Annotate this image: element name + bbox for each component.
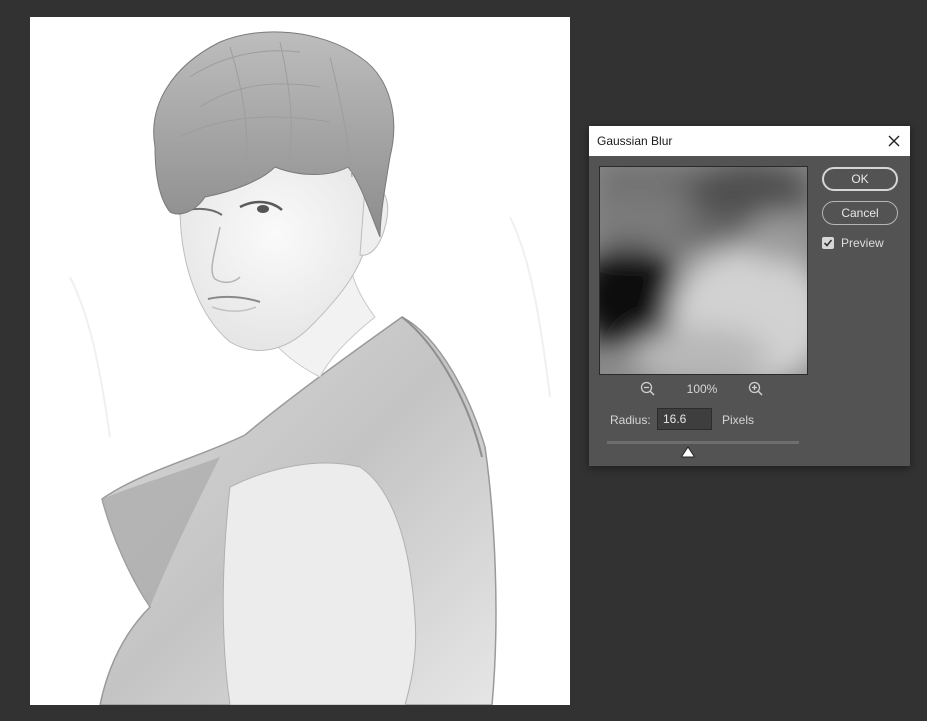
blur-preview[interactable] — [599, 166, 808, 375]
preview-label: Preview — [841, 236, 884, 250]
zoom-level: 100% — [686, 382, 718, 396]
ok-button[interactable]: OK — [822, 167, 898, 191]
checkbox-box[interactable] — [822, 237, 834, 249]
slider-thumb-icon[interactable] — [681, 445, 695, 458]
radius-input[interactable] — [657, 408, 712, 430]
preview-image — [600, 167, 807, 374]
sketch-image — [69, 31, 551, 705]
check-icon — [823, 239, 833, 247]
close-icon[interactable] — [882, 129, 906, 153]
zoom-in-icon[interactable] — [747, 380, 765, 398]
document-canvas[interactable] — [30, 17, 570, 705]
cancel-button[interactable]: Cancel — [822, 201, 898, 225]
radius-label: Radius: — [610, 413, 651, 427]
zoom-controls: 100% — [599, 379, 806, 399]
zoom-out-icon[interactable] — [639, 380, 657, 398]
dialog-title: Gaussian Blur — [597, 134, 673, 148]
dialog-titlebar[interactable]: Gaussian Blur — [589, 126, 910, 156]
radius-slider[interactable] — [607, 441, 799, 444]
radius-units: Pixels — [722, 413, 755, 427]
gaussian-blur-dialog: Gaussian Blur 100% Radius: 16.6 Pixels O… — [589, 126, 910, 466]
